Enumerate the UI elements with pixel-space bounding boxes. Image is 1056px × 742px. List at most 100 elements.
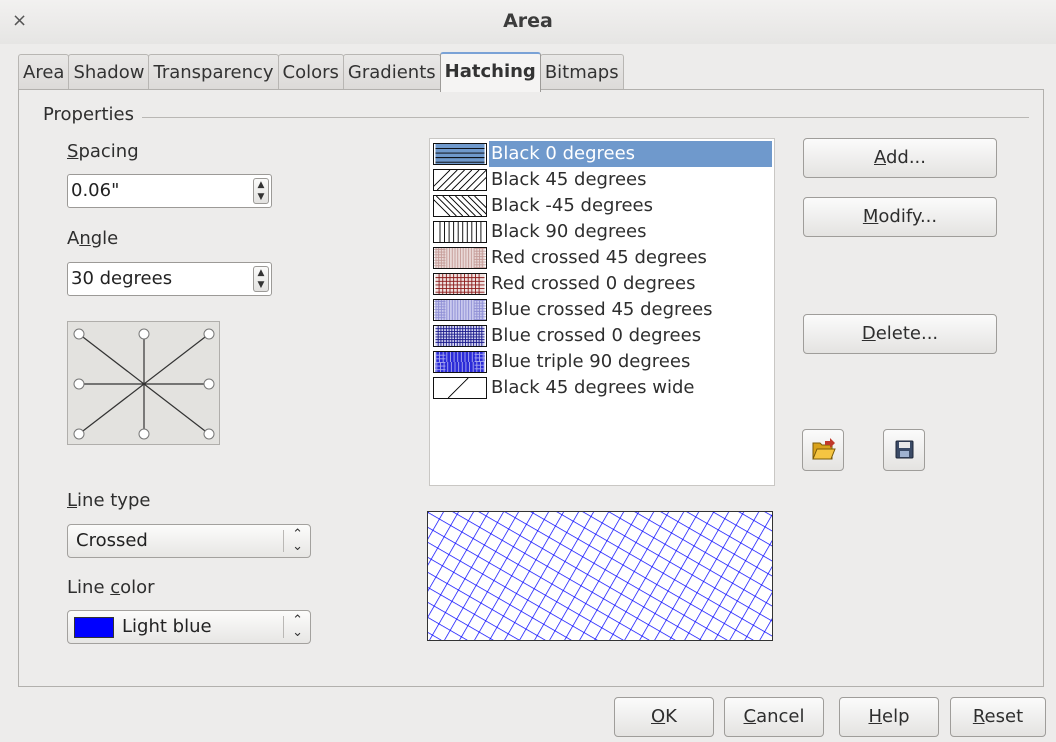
hatch-item-label: Black -45 degrees: [491, 195, 653, 216]
hatch-item-label: Black 45 degrees wide: [491, 377, 695, 398]
hatch-horizontal-icon: [433, 143, 487, 165]
ok-label: K: [665, 706, 677, 727]
ok-mnemonic: O: [651, 706, 666, 727]
tab-bar: Area Shadow Transparency Colors Gradient…: [18, 52, 624, 92]
chevron-updown-icon: ⌃ ⌄: [292, 527, 303, 554]
delete-label: elete...: [875, 323, 939, 344]
spacing-label: Spacing: [67, 141, 139, 162]
hatch-item-black-minus-45[interactable]: Black -45 degrees: [430, 193, 776, 219]
spacing-mnemonic: S: [67, 141, 79, 162]
folder-open-icon: [812, 438, 836, 460]
hatch-item-red-crossed-0[interactable]: Red crossed 0 degrees: [430, 271, 776, 297]
tab-colors[interactable]: Colors: [277, 54, 344, 90]
delete-button[interactable]: Delete...: [803, 314, 997, 354]
line-type-label-text: ine type: [77, 490, 151, 511]
hatch-item-label: Black 45 degrees: [491, 169, 647, 190]
hatch-diagonal-icon: [433, 169, 487, 191]
line-color-label-text: olor: [120, 577, 155, 598]
delete-mnemonic: D: [861, 323, 876, 344]
tab-shadow[interactable]: Shadow: [68, 54, 150, 90]
modify-button[interactable]: Modify...: [803, 197, 997, 237]
angle-point-225: [73, 428, 85, 440]
line-color-select[interactable]: Light blue ⌃ ⌄: [67, 610, 311, 644]
hatch-red-crosshatch-icon: [433, 247, 487, 269]
chevron-updown-icon: ⌃ ⌄: [292, 613, 303, 640]
add-mnemonic: A: [873, 147, 886, 168]
hatch-item-blue-crossed-0[interactable]: Blue crossed 0 degrees: [430, 323, 776, 349]
line-type-value: Crossed: [76, 530, 148, 551]
line-color-label: Line color: [67, 577, 155, 598]
tab-bitmaps[interactable]: Bitmaps: [539, 54, 624, 90]
add-button[interactable]: Add...: [803, 138, 997, 178]
angle-label-text: gle: [90, 228, 119, 249]
tab-area[interactable]: Area: [18, 54, 70, 90]
section-divider: [43, 117, 1029, 118]
angle-point-90: [138, 328, 150, 340]
modify-label: odify...: [878, 206, 938, 227]
hatch-item-red-crossed-45[interactable]: Red crossed 45 degrees: [430, 245, 776, 271]
angle-point-135: [73, 328, 85, 340]
spacing-label-text: pacing: [78, 141, 139, 162]
angle-selector[interactable]: [67, 321, 220, 445]
tab-transparency[interactable]: Transparency: [148, 54, 279, 90]
hatch-item-label: Blue triple 90 degrees: [491, 351, 691, 372]
angle-label: Angle: [67, 228, 118, 249]
hatching-panel: Properties Spacing 0.06" ▲ ▼ Angle 30 deg…: [18, 89, 1044, 687]
hatch-item-label: Black 90 degrees: [491, 221, 647, 242]
line-color-value: Light blue: [122, 616, 212, 637]
hatch-item-black-90[interactable]: Black 90 degrees: [430, 219, 776, 245]
load-hatch-button[interactable]: [802, 429, 844, 471]
angle-point-315: [203, 428, 215, 440]
angle-point-0: [203, 378, 215, 390]
hatch-vertical-icon: [433, 221, 487, 243]
tab-hatching[interactable]: Hatching: [439, 52, 541, 92]
combo-separator: [283, 616, 284, 638]
hatch-item-blue-triple-90[interactable]: Blue triple 90 degrees: [430, 349, 776, 375]
spacing-value: 0.06": [71, 180, 120, 201]
dialog-title: Area: [503, 10, 553, 32]
line-type-mnemonic: L: [67, 490, 78, 511]
help-label: elp: [882, 706, 910, 727]
angle-label-first: A: [67, 228, 80, 249]
angle-point-45: [203, 328, 215, 340]
line-type-select[interactable]: Crossed ⌃ ⌄: [67, 524, 311, 558]
properties-heading: Properties: [43, 104, 142, 125]
title-bar: × Area: [0, 0, 1056, 44]
line-color-swatch: [74, 617, 114, 638]
hatch-red-grid-icon: [433, 273, 487, 295]
spacing-spinbox[interactable]: 0.06" ▲ ▼: [67, 174, 272, 208]
angle-mnemonic: n: [79, 228, 91, 249]
hatch-item-label: Red crossed 45 degrees: [491, 247, 707, 268]
hatch-item-black-0[interactable]: Black 0 degrees: [430, 141, 776, 167]
cancel-mnemonic: C: [743, 706, 757, 727]
hatch-blue-crosshatch-icon: [433, 299, 487, 321]
tab-gradients[interactable]: Gradients: [342, 54, 441, 90]
hatch-diagonal-reverse-icon: [433, 195, 487, 217]
hatch-blue-triple-icon: [433, 351, 487, 373]
reset-label: eset: [984, 706, 1024, 727]
hatch-item-label: Blue crossed 0 degrees: [491, 325, 702, 346]
angle-value: 30 degrees: [71, 268, 173, 289]
line-type-label: Line type: [67, 490, 150, 511]
hatch-preview-pattern: [428, 512, 772, 640]
help-button[interactable]: Help: [839, 697, 939, 737]
angle-point-270: [138, 428, 150, 440]
angle-point-180: [73, 378, 85, 390]
spacing-stepper[interactable]: ▲ ▼: [253, 178, 269, 204]
hatch-diagonal-wide-icon: [433, 377, 487, 399]
angle-spinbox[interactable]: 30 degrees ▲ ▼: [67, 262, 272, 296]
hatch-list[interactable]: Black 0 degrees Black 45 degrees Black -…: [429, 138, 775, 486]
hatch-item-black-45[interactable]: Black 45 degrees: [430, 167, 776, 193]
hatch-item-blue-crossed-45[interactable]: Blue crossed 45 degrees: [430, 297, 776, 323]
reset-button[interactable]: Reset: [950, 697, 1046, 737]
reset-mnemonic: R: [972, 706, 985, 727]
hatch-item-label: Black 0 degrees: [489, 141, 772, 167]
hatch-item-label: Red crossed 0 degrees: [491, 273, 696, 294]
hatch-preview: [427, 511, 773, 641]
cancel-button[interactable]: Cancel: [724, 697, 824, 737]
modify-mnemonic: M: [862, 206, 879, 227]
hatch-item-black-45-wide[interactable]: Black 45 degrees wide: [430, 375, 776, 401]
angle-stepper[interactable]: ▲ ▼: [253, 266, 269, 292]
ok-button[interactable]: OK: [614, 697, 714, 737]
save-hatch-button[interactable]: [883, 429, 925, 471]
